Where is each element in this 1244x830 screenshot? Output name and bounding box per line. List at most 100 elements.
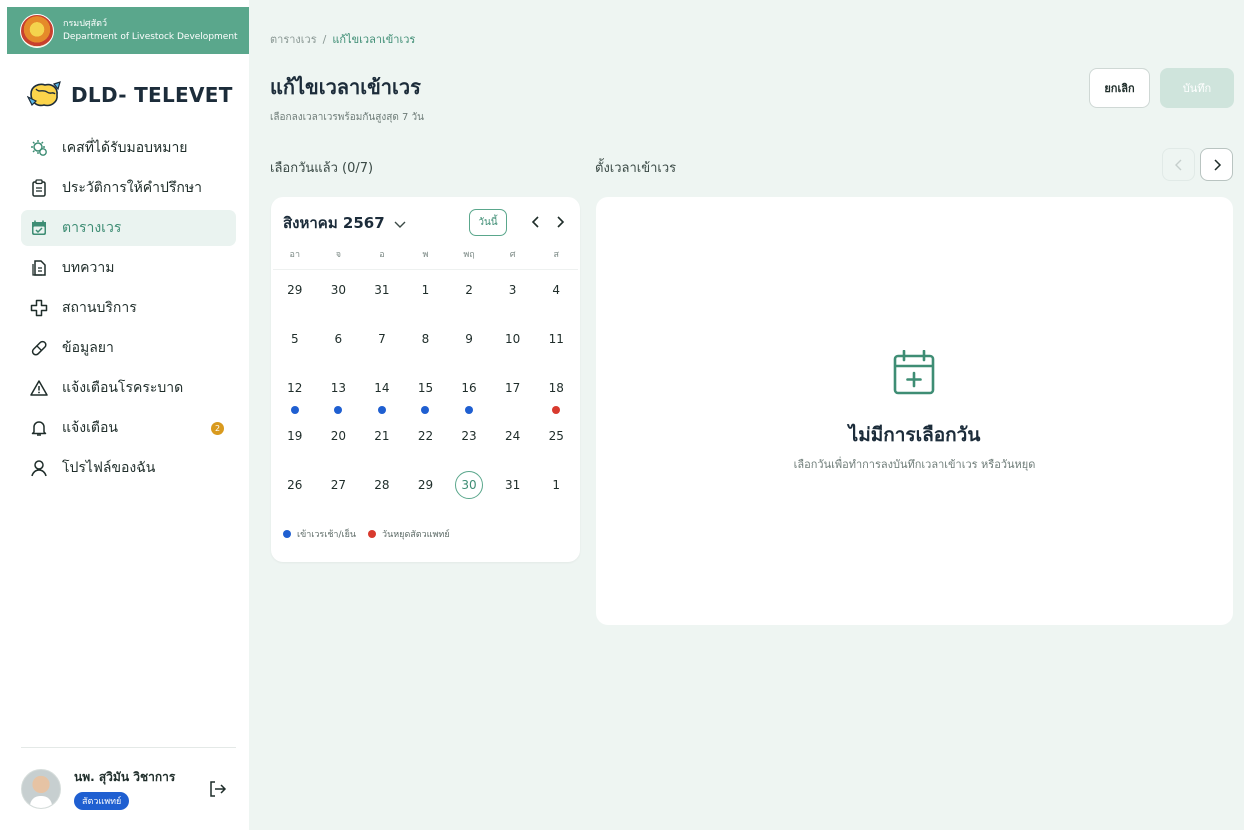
calendar-day[interactable]: 2 — [447, 269, 491, 318]
day-number: 30 — [455, 471, 484, 500]
calendar-day[interactable]: 14 — [360, 367, 404, 416]
calendar-day[interactable]: 24 — [491, 415, 535, 464]
calendar-day[interactable]: 31 — [360, 269, 404, 318]
day-number: 6 — [334, 331, 343, 346]
calendar-day[interactable]: 19 — [273, 415, 317, 464]
day-number: 11 — [548, 331, 564, 346]
sidebar-item-consult-history[interactable]: ประวัติการให้คำปรึกษา — [21, 170, 236, 206]
weekday-label: อา — [289, 250, 301, 260]
legend-holiday-label: วันหยุดสัตวแพทย์ — [382, 530, 450, 540]
day-number: 17 — [504, 380, 521, 395]
calendar-prev-month-icon[interactable] — [528, 213, 544, 231]
sidebar-item-articles[interactable]: บทความ — [21, 250, 236, 286]
sidebar-item-assigned-cases[interactable]: เคสที่ได้รับมอบหมาย — [21, 130, 236, 166]
day-number: 28 — [374, 478, 390, 493]
calendar-add-icon — [892, 349, 936, 396]
weekday-label: ส — [553, 250, 559, 260]
shift-time-panel: ไม่มีการเลือกวัน เลือกวันเพื่อทำการลงบัน… — [596, 197, 1233, 625]
shift-indicator-dot — [290, 405, 299, 414]
day-number: 29 — [287, 283, 303, 297]
save-button[interactable]: บันทึก — [1160, 68, 1234, 108]
sidebar-item-epidemic-alerts[interactable]: แจ้งเตือนโรคระบาด — [21, 370, 236, 406]
day-number: 24 — [504, 429, 521, 444]
calendar-day[interactable]: 27 — [317, 464, 361, 513]
calendar-day[interactable]: 17 — [491, 367, 535, 416]
calendar-day[interactable]: 25 — [534, 415, 578, 464]
calendar-day[interactable]: 15 — [404, 367, 448, 416]
calendar-day[interactable]: 18 — [534, 367, 578, 416]
calendar-check-icon — [30, 219, 48, 237]
calendar-day[interactable]: 26 — [273, 464, 317, 513]
sidebar-item-drug-info[interactable]: ข้อมูลยา — [21, 330, 236, 366]
calendar-day[interactable]: 5 — [273, 318, 317, 367]
empty-state-subtitle: เลือกวันเพื่อทำการลงบันทึกเวลาเข้าเวร หร… — [793, 458, 1036, 471]
breadcrumb-parent[interactable]: ตารางเวร — [270, 33, 317, 46]
calendar-day[interactable]: 16 — [447, 367, 491, 416]
sidebar-item-label: สถานบริการ — [62, 300, 137, 316]
calendar-next-month-icon[interactable] — [552, 213, 568, 231]
calendar-day[interactable]: 4 — [534, 269, 578, 318]
sidebar-item-label: แจ้งเตือน — [62, 420, 118, 436]
sidebar: กรมปศุสัตว์ Department of Livestock Deve… — [0, 0, 249, 830]
legend-shift-label: เข้าเวรเช้า/เย็น — [297, 530, 357, 540]
calendar-day[interactable]: 7 — [360, 318, 404, 367]
panel-next-button[interactable] — [1200, 148, 1233, 181]
chevron-down-icon[interactable] — [393, 216, 407, 230]
sidebar-item-service-places[interactable]: สถานบริการ — [21, 290, 236, 326]
calendar-day-today[interactable]: 30 — [447, 464, 491, 513]
calendar-day[interactable]: 12 — [273, 367, 317, 416]
calendar-day[interactable]: 29 — [273, 269, 317, 318]
calendar-day[interactable]: 23 — [447, 415, 491, 464]
calendar-day[interactable]: 11 — [534, 318, 578, 367]
day-number: 2 — [465, 283, 473, 297]
calendar-day[interactable]: 13 — [317, 367, 361, 416]
day-number: 20 — [330, 429, 346, 444]
sidebar-item-label: แจ้งเตือนโรคระบาด — [62, 380, 184, 396]
calendar-header: สิงหาคม 2567 — [283, 211, 407, 235]
brand-logo-icon — [26, 80, 61, 110]
day-number: 3 — [508, 283, 517, 297]
calendar-day[interactable]: 1 — [534, 464, 578, 513]
sidebar-item-label: บทความ — [62, 260, 115, 276]
calendar-day[interactable]: 21 — [360, 415, 404, 464]
chevron-right-icon — [1213, 158, 1221, 171]
calendar-month-label[interactable]: สิงหาคม 2567 — [283, 211, 385, 235]
org-text: กรมปศุสัตว์ Department of Livestock Deve… — [63, 18, 238, 44]
calendar-day[interactable]: 6 — [317, 318, 361, 367]
calendar-day[interactable]: 1 — [404, 269, 448, 318]
today-button[interactable]: วันนี้ — [469, 209, 507, 236]
day-number: 31 — [374, 283, 390, 297]
set-shift-time-label: ตั้งเวลาเข้าเวร — [595, 161, 677, 176]
breadcrumb-current: แก้ไขเวลาเข้าเวร — [332, 33, 416, 46]
legend-shift-dot — [283, 530, 291, 538]
calendar-day[interactable]: 10 — [491, 318, 535, 367]
day-number: 1 — [552, 478, 561, 493]
cancel-button[interactable]: ยกเลิก — [1089, 68, 1150, 108]
panel-prev-button[interactable] — [1162, 148, 1195, 181]
calendar-day[interactable]: 31 — [491, 464, 535, 513]
calendar-day[interactable]: 8 — [404, 318, 448, 367]
chevron-left-icon — [1174, 159, 1181, 170]
calendar-day[interactable]: 22 — [404, 415, 448, 464]
breadcrumb-separator: / — [322, 33, 327, 46]
calendar-card: สิงหาคม 2567 วันนี้ อาจอพพฤศส 29 30 31 1 2 3 4… — [271, 197, 580, 562]
clipboard-icon — [30, 179, 48, 197]
calendar-day[interactable]: 28 — [360, 464, 404, 513]
sidebar-item-label: ตารางเวร — [62, 220, 122, 236]
calendar-day[interactable]: 20 — [317, 415, 361, 464]
sidebar-item-profile[interactable]: โปรไฟล์ของฉัน — [21, 450, 236, 486]
sidebar-item-schedule[interactable]: ตารางเวร — [21, 210, 236, 246]
day-number: 14 — [374, 380, 390, 395]
calendar-day[interactable]: 30 — [317, 269, 361, 318]
calendar-day[interactable]: 29 — [404, 464, 448, 513]
logout-icon[interactable] — [207, 779, 227, 799]
notification-count-badge: 2 — [211, 422, 224, 435]
page-subtitle: เลือกลงเวลาเวรพร้อมกันสูงสุด 7 วัน — [270, 112, 425, 123]
sidebar-item-label: ข้อมูลยา — [62, 340, 114, 356]
day-number: 9 — [465, 331, 473, 346]
sidebar-nav: เคสที่ได้รับมอบหมาย ประวัติการให้คำปรึกษ… — [21, 130, 236, 490]
brand-name: DLD- TELEVET — [71, 83, 233, 107]
calendar-day[interactable]: 3 — [491, 269, 535, 318]
calendar-day[interactable]: 9 — [447, 318, 491, 367]
sidebar-item-notifications[interactable]: แจ้งเตือน 2 — [21, 410, 236, 446]
